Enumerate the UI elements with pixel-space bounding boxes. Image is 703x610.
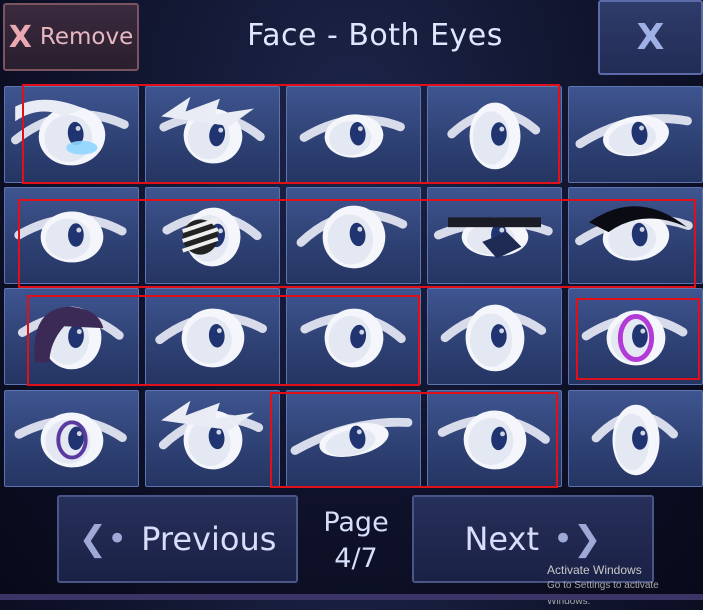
- remove-button[interactable]: X Remove: [3, 3, 139, 71]
- previous-label: Previous: [141, 520, 277, 558]
- bottom-strip: [0, 594, 703, 600]
- eye-thumbnail-icon: [162, 207, 262, 267]
- top-bar: X Remove Face - Both Eyes X: [0, 0, 703, 80]
- eye-option-13[interactable]: [286, 288, 421, 385]
- eye-option-18[interactable]: [286, 390, 421, 487]
- eye-option-12[interactable]: [145, 288, 280, 385]
- eye-thumbnail-icon: [433, 217, 553, 259]
- eye-option-2[interactable]: [145, 86, 280, 183]
- eye-thumbnail-icon: [17, 306, 124, 370]
- eye-option-3[interactable]: [286, 86, 421, 183]
- chevron-right-icon: •❯: [553, 519, 602, 559]
- eye-option-4[interactable]: [427, 86, 562, 183]
- eye-option-20[interactable]: [568, 390, 703, 487]
- close-icon: X: [636, 17, 665, 58]
- chevron-left-icon: ❮•: [78, 519, 128, 559]
- eye-option-19[interactable]: [427, 390, 562, 487]
- eye-option-11[interactable]: [4, 288, 139, 385]
- eye-thumbnail-icon: [159, 96, 265, 164]
- eye-thumbnail-icon: [447, 102, 541, 170]
- page-value: 4/7: [334, 543, 378, 574]
- eye-thumbnail-icon: [440, 304, 547, 372]
- eye-thumbnail-icon: [300, 308, 406, 368]
- eye-thumbnail-icon: [14, 211, 127, 263]
- next-label: Next: [464, 520, 539, 558]
- watermark-line1: Activate Windows: [547, 563, 642, 577]
- eye-option-5[interactable]: [568, 86, 703, 183]
- eye-thumbnail-icon: [581, 310, 688, 366]
- eye-option-16[interactable]: [4, 390, 139, 487]
- eye-option-9[interactable]: [427, 187, 562, 284]
- eye-thumbnail-icon: [158, 400, 264, 470]
- close-button[interactable]: X: [598, 0, 703, 75]
- eye-option-17[interactable]: [145, 390, 280, 487]
- eye-grid: [4, 86, 703, 487]
- page-label: Page: [323, 507, 389, 538]
- page-title: Face - Both Eyes: [247, 18, 503, 53]
- eye-option-10[interactable]: [568, 187, 703, 284]
- eye-thumbnail-icon: [575, 206, 693, 261]
- eye-thumbnail-icon: [155, 308, 268, 368]
- page-indicator: Page 4/7: [300, 505, 412, 577]
- remove-x-icon: X: [8, 19, 32, 55]
- eye-option-15[interactable]: [568, 288, 703, 385]
- activate-windows-watermark: Activate Windows Go to Settings to activ…: [547, 562, 703, 610]
- eye-thumbnail-icon: [296, 205, 408, 269]
- eye-option-8[interactable]: [286, 187, 421, 284]
- eye-thumbnail-icon: [437, 410, 550, 470]
- eye-thumbnail-icon: [290, 417, 413, 457]
- previous-button[interactable]: ❮• Previous: [57, 495, 298, 583]
- eye-thumbnail-icon: [299, 114, 405, 158]
- eye-option-7[interactable]: [145, 187, 280, 284]
- eye-thumbnail-icon: [11, 99, 129, 166]
- eye-thumbnail-icon: [14, 412, 127, 468]
- eye-thumbnail-icon: [591, 404, 679, 476]
- eye-option-1[interactable]: [4, 86, 139, 183]
- eye-option-6[interactable]: [4, 187, 139, 284]
- eye-thumbnail-icon: [575, 114, 692, 157]
- remove-label: Remove: [39, 24, 134, 50]
- eye-option-14[interactable]: [427, 288, 562, 385]
